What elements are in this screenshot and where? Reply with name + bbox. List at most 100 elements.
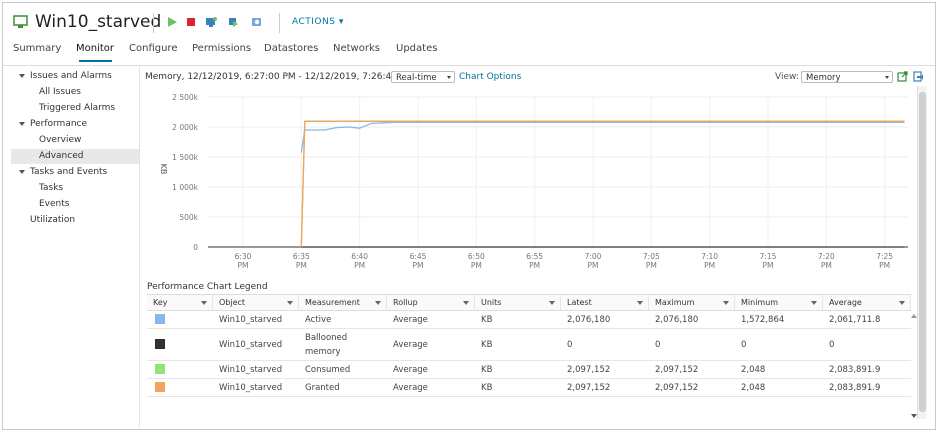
tab-updates[interactable]: Updates (396, 43, 437, 54)
sidebar-item-label: Events (39, 199, 70, 209)
table-row[interactable]: Win10_starved Ballooned memory Average K… (147, 329, 911, 361)
tab-permissions[interactable]: Permissions (192, 43, 251, 54)
x-tick-label: PM (354, 261, 365, 270)
column-label: Maximum (655, 298, 695, 307)
tab-summary[interactable]: Summary (13, 43, 61, 54)
x-tick-label: 6:50 (468, 252, 485, 261)
cell-object: Win10_starved (219, 365, 283, 375)
column-header-rollup[interactable]: Rollup (387, 295, 475, 311)
snapshot-icon[interactable] (251, 16, 263, 28)
filter-icon[interactable] (899, 301, 905, 305)
column-label: Average (829, 298, 862, 307)
tab-datastores[interactable]: Datastores (264, 43, 318, 54)
sidebar-item-label: Advanced (39, 151, 84, 161)
x-tick-label: PM (471, 261, 482, 270)
active-tab-indicator (79, 60, 112, 62)
period-value: Real-time (396, 73, 437, 83)
chart-options-link[interactable]: Chart Options (459, 72, 521, 82)
column-header-average[interactable]: Average (823, 295, 911, 311)
column-header-measurement[interactable]: Measurement (299, 295, 387, 311)
filter-icon[interactable] (549, 301, 555, 305)
table-row[interactable]: Win10_starved Granted Average KB 2,097,1… (147, 379, 911, 397)
table-row[interactable]: Win10_starved Active Average KB 2,076,18… (147, 311, 911, 329)
actions-divider (279, 13, 280, 33)
x-tick-label: 6:55 (526, 252, 543, 261)
view-value: Memory (806, 73, 841, 83)
column-header-latest[interactable]: Latest (561, 295, 649, 311)
filter-icon[interactable] (287, 301, 293, 305)
filter-icon[interactable] (201, 301, 207, 305)
performance-panel: Memory, 12/12/2019, 6:27:00 PM - 12/12/2… (145, 67, 923, 427)
cell-measurement: Active (305, 315, 332, 325)
header-bar: Win10_starved ACTIONS ▾ (3, 3, 935, 43)
sidebar-item-overview[interactable]: Overview (11, 133, 139, 148)
export-icon[interactable] (913, 71, 923, 82)
x-tick-label: 7:00 (585, 252, 602, 261)
cell-measurement: Consumed (305, 365, 351, 375)
cell-maximum: 2,076,180 (655, 315, 699, 325)
sidebar-item-tasks[interactable]: Tasks (11, 181, 139, 196)
tab-configure[interactable]: Configure (129, 43, 177, 54)
table-row[interactable]: Win10_starved Consumed Average KB 2,097,… (147, 361, 911, 379)
cell-rollup: Average (393, 340, 428, 350)
column-header-units[interactable]: Units (475, 295, 561, 311)
view-select[interactable]: Memory (801, 71, 893, 83)
x-tick-label: 7:10 (701, 252, 718, 261)
column-label: Measurement (305, 298, 360, 307)
expand-caret-icon (19, 170, 25, 174)
popout-chart-icon[interactable] (897, 71, 908, 82)
x-tick-label: 6:45 (410, 252, 427, 261)
x-tick-label: PM (879, 261, 890, 270)
cell-units: KB (481, 340, 493, 350)
vm-monitor-window: Win10_starved ACTIONS ▾ Summary Monitor … (2, 2, 936, 430)
console-icon[interactable] (205, 16, 217, 28)
x-tick-label: PM (821, 261, 832, 270)
filter-icon[interactable] (463, 301, 469, 305)
sidebar-item-tasks-and-events[interactable]: Tasks and Events (11, 165, 139, 180)
cell-minimum: 2,048 (741, 383, 766, 393)
cell-minimum: 1,572,864 (741, 315, 785, 325)
sidebar-item-label: Utilization (30, 215, 76, 225)
column-header-object[interactable]: Object (213, 295, 299, 311)
filter-icon[interactable] (723, 301, 729, 305)
sidebar-item-label: Triggered Alarms (39, 103, 116, 113)
chevron-down-icon (447, 76, 451, 79)
cell-units: KB (481, 365, 493, 375)
cell-average: 0 (829, 340, 835, 350)
migrate-icon[interactable] (227, 16, 239, 28)
legend-table: Key Object Measurement Rollup Units Late… (147, 294, 911, 397)
tab-monitor[interactable]: Monitor (76, 43, 114, 54)
sidebar-item-label: Issues and Alarms (30, 71, 112, 81)
tab-networks[interactable]: Networks (333, 43, 380, 54)
x-tick-label: PM (704, 261, 715, 270)
column-header-minimum[interactable]: Minimum (735, 295, 823, 311)
cell-maximum: 0 (655, 340, 661, 350)
column-header-key[interactable]: Key (147, 295, 213, 311)
sidebar-item-issues-and-alarms[interactable]: Issues and Alarms (11, 69, 139, 84)
filter-icon[interactable] (375, 301, 381, 305)
power-on-icon[interactable] (166, 16, 178, 28)
sidebar-item-events[interactable]: Events (11, 197, 139, 212)
filter-icon[interactable] (811, 301, 817, 305)
sidebar-item-triggered-alarms[interactable]: Triggered Alarms (11, 101, 139, 116)
period-select[interactable]: Real-time (391, 71, 455, 83)
cell-maximum: 2,097,152 (655, 383, 699, 393)
sidebar-item-advanced[interactable]: Advanced (11, 149, 139, 164)
chevron-down-icon: ▾ (338, 17, 344, 27)
y-tick-label: 1 500k (172, 153, 198, 162)
column-label: Rollup (393, 298, 418, 307)
sidebar-item-all-issues[interactable]: All Issues (11, 85, 139, 100)
x-tick-label: 6:40 (351, 252, 368, 261)
sidebar-item-utilization[interactable]: Utilization (11, 213, 139, 228)
actions-menu[interactable]: ACTIONS ▾ (292, 17, 344, 27)
sidebar-item-performance[interactable]: Performance (11, 117, 139, 132)
column-header-maximum[interactable]: Maximum (649, 295, 735, 311)
panel-scrollbar[interactable] (917, 86, 927, 419)
scrollbar-thumb[interactable] (919, 92, 926, 412)
cell-latest: 2,097,152 (567, 365, 611, 375)
power-off-icon[interactable] (185, 16, 197, 28)
actions-label: ACTIONS (292, 17, 336, 27)
column-label: Minimum (741, 298, 779, 307)
filter-icon[interactable] (637, 301, 643, 305)
sidebar-item-label: All Issues (39, 87, 81, 97)
